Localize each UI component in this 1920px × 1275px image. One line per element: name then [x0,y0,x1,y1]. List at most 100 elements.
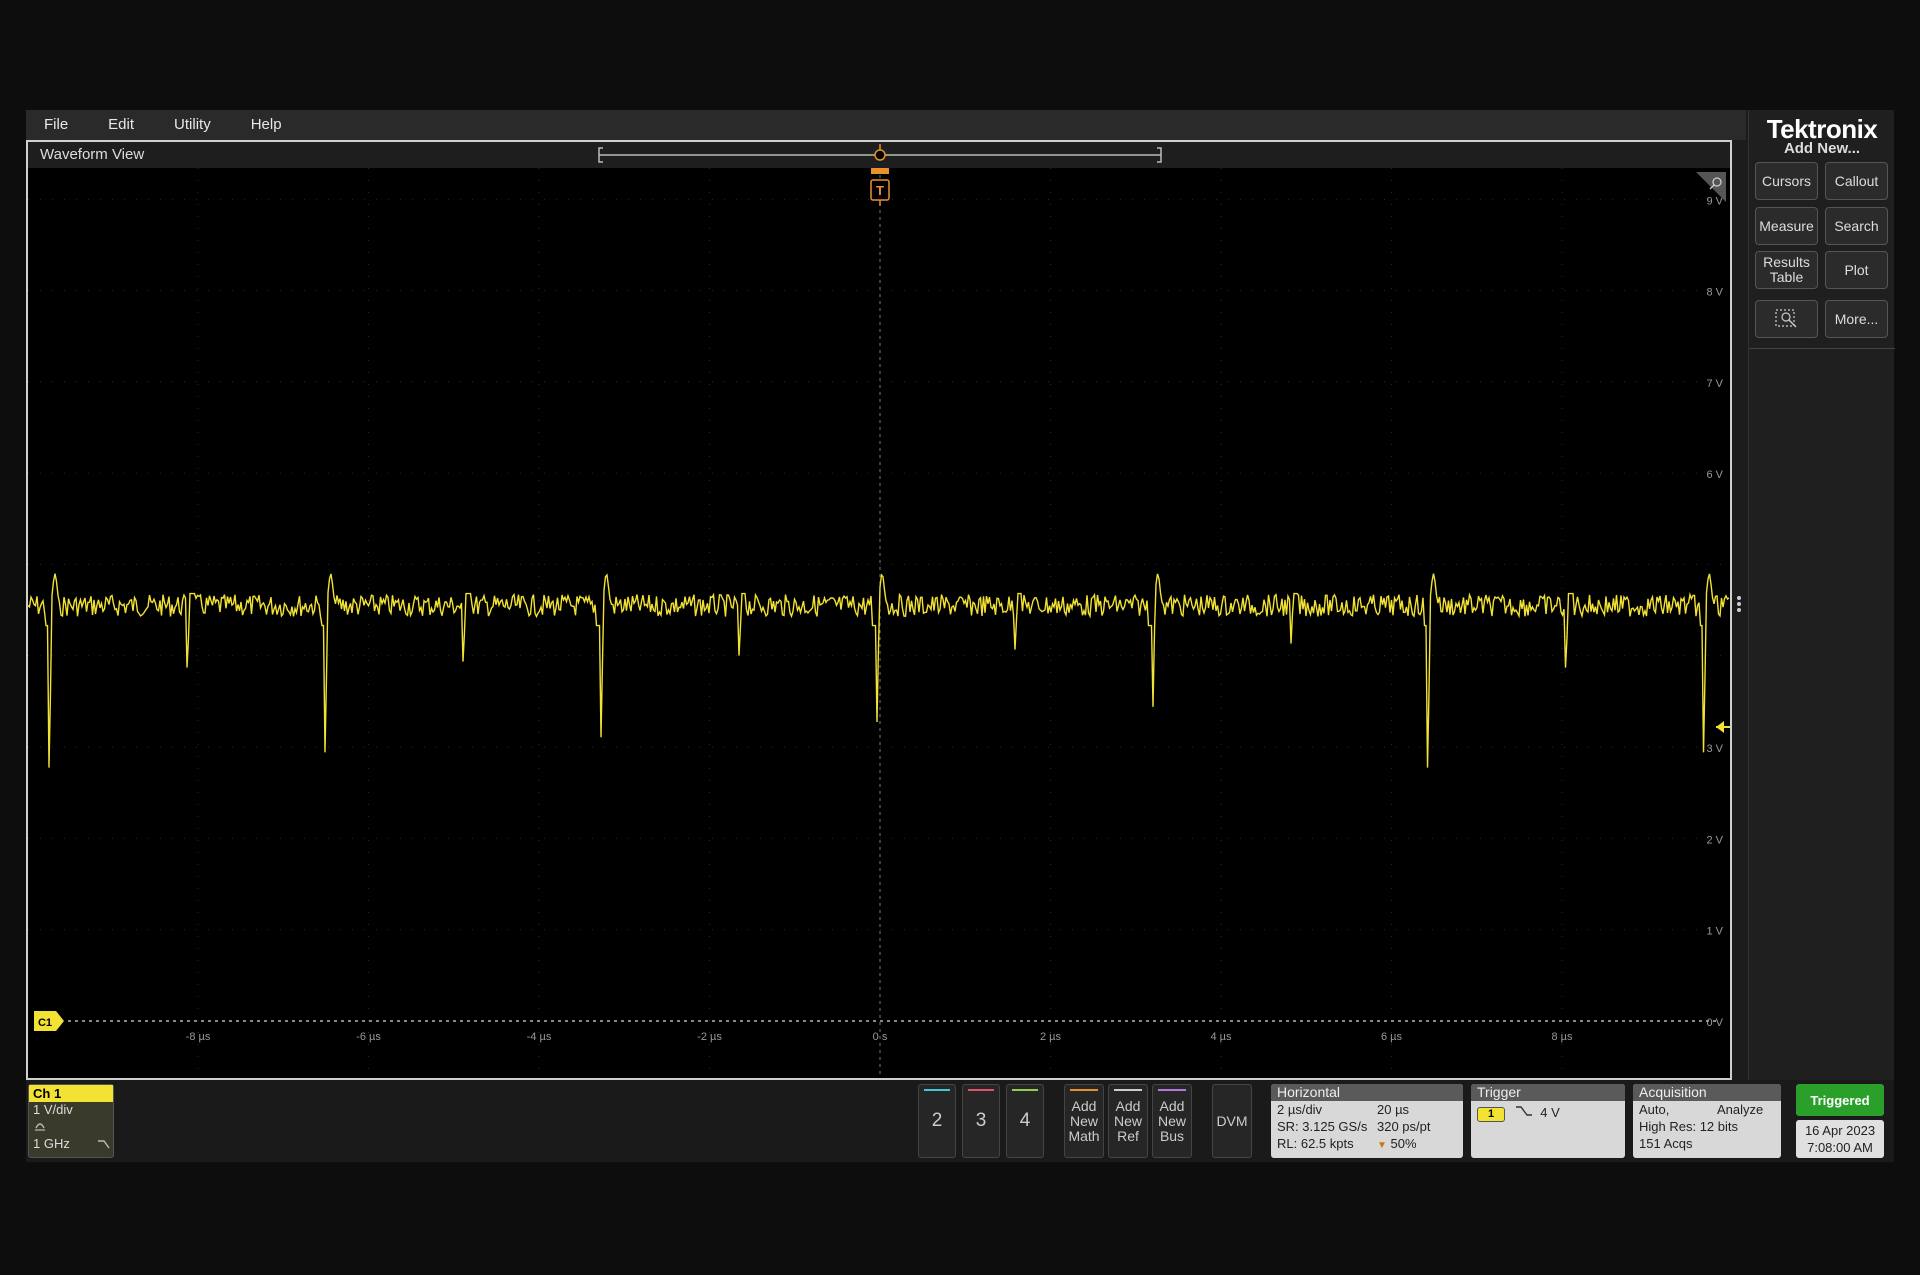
trigger-position-icon: ▼ [1377,1140,1387,1151]
add-new-label: Add New... [1783,140,1861,157]
panel-divider [1749,348,1895,349]
x-tick-label: 2 µs [1040,1031,1062,1043]
x-tick-label: -8 µs [186,1031,211,1043]
ch4-label: 4 [1019,1110,1031,1131]
acquisition-analyze: Analyze [1717,1102,1764,1117]
x-tick-label: -6 µs [356,1031,381,1043]
oscilloscope-app: File Edit Utility Help Waveform View 9 V… [26,110,1895,1162]
add-bus-line-1: Add [1159,1098,1185,1114]
results-table-button[interactable]: Results Table [1755,251,1818,289]
time-text: 7:08:00 AM [1807,1140,1873,1155]
menu-utility[interactable]: Utility [154,110,231,140]
acquisition-mode: Auto, [1639,1102,1670,1117]
acquisition-badge[interactable]: Acquisition Auto, Analyze High Res: 12 bi… [1633,1084,1781,1158]
bandwidth-limit-icon [98,1140,110,1149]
right-control-panel: Tektronix Add New... Cursors Callout Mea… [1748,110,1895,1080]
ch4-button[interactable]: 4 [1006,1084,1044,1158]
ch1-bandwidth-value: 1 GHz [33,1136,70,1151]
y-tick-label: 0 V [1706,1017,1723,1029]
x-tick-label: 8 µs [1551,1031,1573,1043]
results-table-label-2: Table [1769,269,1804,285]
ch4-color-bar [1012,1089,1038,1091]
y-tick-label: 3 V [1706,743,1723,755]
view-menu-handle[interactable] [1736,594,1742,618]
add-bus-line-2: New [1157,1113,1186,1129]
y-tick-label: 7 V [1706,378,1723,390]
record-length: RL: 62.5 kpts [1277,1136,1354,1151]
menu-bar: File Edit Utility Help [26,110,1746,140]
trigger-level-marker[interactable] [1716,721,1730,733]
falling-edge-icon [1515,1106,1532,1116]
ch3-button[interactable]: 3 [962,1084,1000,1158]
add-bus-line-3: Bus [1159,1128,1185,1144]
ch3-color-bar [968,1089,994,1091]
add-math-line-1: Add [1071,1098,1097,1114]
sample-rate: SR: 3.125 GS/s [1277,1119,1368,1134]
add-ref-line-1: Add [1115,1098,1141,1114]
trigger-marker-label: T [876,183,884,198]
zoom-box-icon [1774,309,1796,328]
time-resolution: 320 ps/pt [1377,1119,1431,1134]
y-tick-label: 6 V [1706,469,1723,481]
horizontal-scale: 2 µs/div [1277,1102,1323,1117]
y-tick-label: 8 V [1706,287,1723,299]
zoom-box-button[interactable] [1755,300,1818,338]
x-tick-label: -2 µs [697,1031,722,1043]
trigger-level: 4 V [1540,1105,1560,1120]
cursors-button[interactable]: Cursors [1755,162,1818,200]
settings-bar: Ch 1 1 V/div 1 GHz 2 3 4 Add New Math Ad… [26,1080,1894,1162]
search-button[interactable]: Search [1825,207,1888,245]
waveform-plot[interactable]: 9 V 8 V 7 V 6 V 3 V 2 V 1 V 0 V -8 µs -6 µs -4 µs… [28,168,1730,1078]
dvm-button[interactable]: DVM [1212,1084,1252,1158]
menu-file[interactable]: File [26,110,88,140]
trigger-marker[interactable]: T [870,168,890,206]
horizontal-duration: 20 µs [1377,1102,1410,1117]
waveform-view-titlebar: Waveform View [28,142,1730,168]
add-new-ref-button[interactable]: Add New Ref [1108,1084,1148,1158]
acquisition-count: 151 Acqs [1639,1136,1693,1151]
ch2-button[interactable]: 2 [918,1084,956,1158]
ch1-waveform-trace [28,573,1730,768]
trigger-status-badge: Triggered [1796,1084,1884,1116]
add-new-bus-button[interactable]: Add New Bus [1152,1084,1192,1158]
waveform-view[interactable]: Waveform View 9 V 8 V 7 V 6 V 3 V 2 V 1 V 0 V -… [26,140,1732,1080]
horizontal-badge[interactable]: Horizontal 2 µs/div 20 µs SR: 3.125 GS/s 3… [1271,1084,1463,1158]
x-tick-label: -4 µs [527,1031,552,1043]
horizontal-title: Horizontal [1271,1084,1463,1101]
plot-button[interactable]: Plot [1825,251,1888,289]
acquisition-title: Acquisition [1633,1084,1781,1101]
add-ref-line-3: Ref [1117,1128,1139,1144]
x-tick-label: 6 µs [1381,1031,1403,1043]
ch1-badge[interactable]: Ch 1 1 V/div 1 GHz [28,1084,114,1158]
add-ref-line-2: New [1113,1113,1142,1129]
add-math-line-3: Math [1068,1128,1100,1144]
date-time-display[interactable]: 16 Apr 2023 7:08:00 AM [1796,1120,1884,1158]
ch1-offset-marker-label: C1 [38,1017,52,1029]
acquisition-high-res: High Res: 12 bits [1639,1119,1738,1134]
horizontal-position: 50% [1390,1136,1417,1151]
record-overview-bar[interactable] [28,142,1730,168]
callout-button[interactable]: Callout [1825,162,1888,200]
ch2-color-bar [924,1089,950,1091]
ch1-scale: 1 V/div [33,1102,73,1117]
menu-edit[interactable]: Edit [88,110,154,140]
add-new-math-button[interactable]: Add New Math [1064,1084,1104,1158]
date-text: 16 Apr 2023 [1804,1123,1876,1138]
trigger-title: Trigger [1471,1084,1625,1101]
y-tick-label: 1 V [1706,926,1723,938]
ch3-label: 3 [975,1110,987,1131]
trigger-badge[interactable]: Trigger 1 4 V [1471,1084,1625,1158]
menu-help[interactable]: Help [231,110,302,140]
x-tick-label: 4 µs [1210,1031,1232,1043]
ch1-badge-title: Ch 1 [29,1085,113,1102]
measure-button[interactable]: Measure [1755,207,1818,245]
trigger-source: 1 [1477,1107,1505,1122]
add-math-line-2: New [1069,1113,1098,1129]
y-tick-label: 2 V [1706,834,1723,846]
ch2-label: 2 [931,1110,943,1131]
y-tick-label: 9 V [1706,195,1723,207]
x-tick-label: 0 s [873,1031,888,1043]
ch1-offset-marker[interactable]: C1 [34,1011,64,1031]
ch1-bandwidth: 1 GHz [29,1136,113,1152]
more-button[interactable]: More... [1825,300,1888,338]
